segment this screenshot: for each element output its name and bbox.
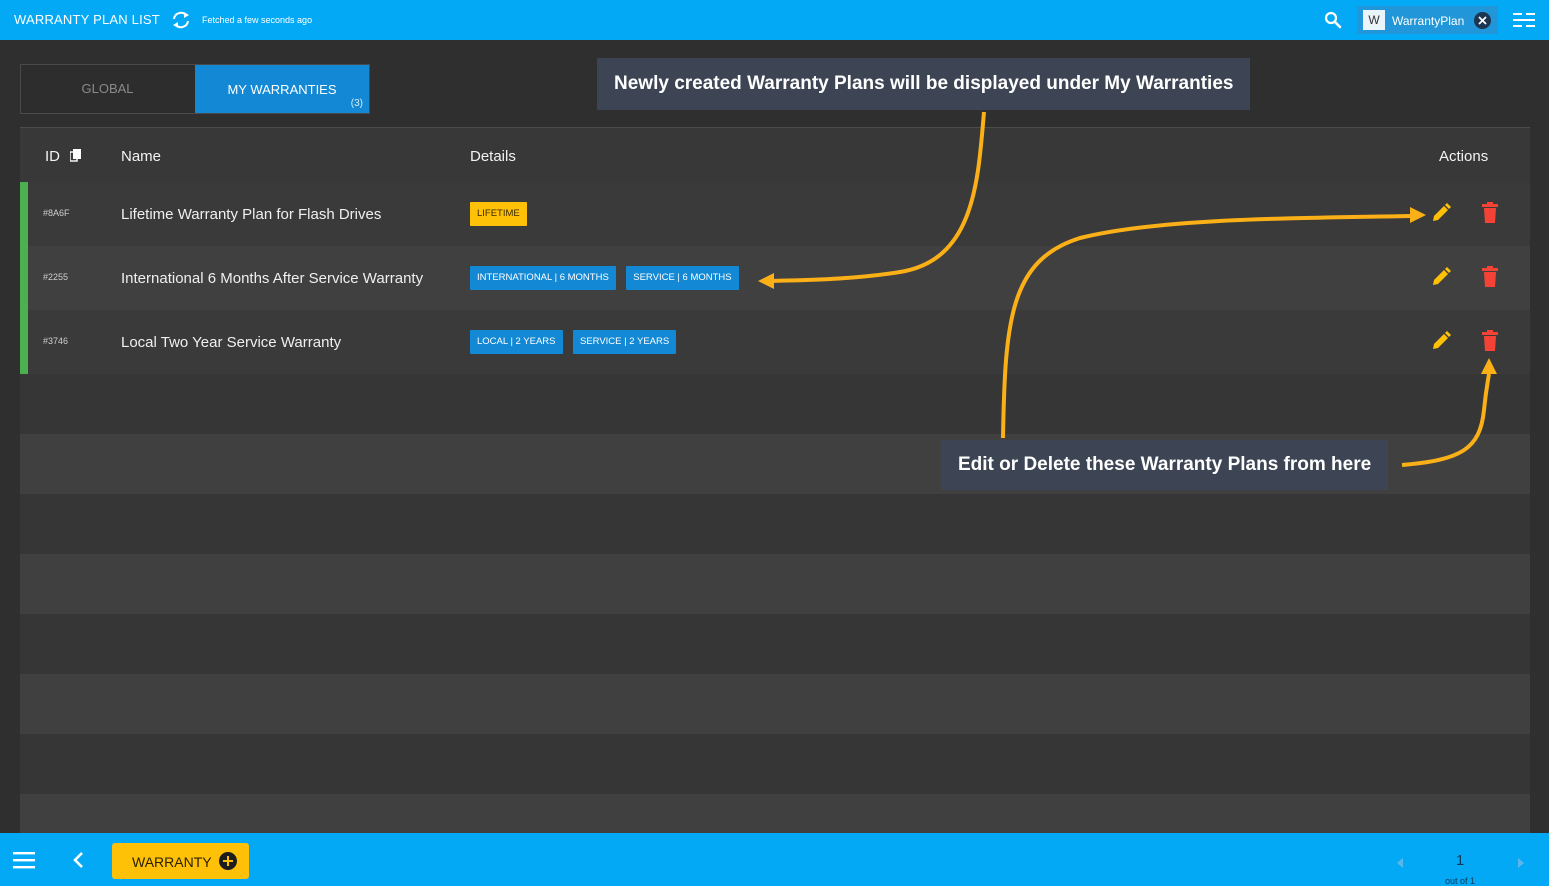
add-warranty-button[interactable]: WARRANTY [112, 843, 249, 879]
top-app-bar: WARRANTY PLAN LIST Fetched a few seconds… [0, 0, 1549, 40]
delete-icon[interactable] [1481, 266, 1499, 287]
row-name[interactable]: International 6 Months After Service War… [121, 270, 423, 287]
table-header: ID Name Details Actions [20, 127, 1530, 183]
table-row[interactable]: #8A6F Lifetime Warranty Plan for Flash D… [20, 182, 1530, 246]
fetched-status: Fetched a few seconds ago [202, 15, 313, 25]
page-title: WARRANTY PLAN LIST [14, 12, 160, 27]
copy-icon[interactable] [69, 149, 81, 162]
tab-my-warranties-count: (3) [350, 98, 363, 109]
plus-circle-icon [219, 852, 237, 870]
tag-badge: SERVICE | 6 MONTHS [626, 266, 739, 290]
table-row[interactable]: #3746 Local Two Year Service Warranty LO… [20, 310, 1530, 374]
row-id: #2255 [43, 272, 69, 282]
page-number: 1 [1455, 852, 1465, 869]
tab-my-warranties[interactable]: MY WARRANTIES (3) [195, 65, 369, 113]
row-name[interactable]: Local Two Year Service Warranty [121, 334, 341, 351]
tag-badge: LIFETIME [470, 202, 527, 226]
filter-chip[interactable]: W WarrantyPlan [1357, 6, 1498, 34]
column-header-actions: Actions [1439, 148, 1489, 165]
warranty-tabs: GLOBAL MY WARRANTIES (3) [20, 64, 370, 114]
column-header-id[interactable]: ID [45, 148, 60, 165]
tag-badge: SERVICE | 2 YEARS [572, 330, 677, 354]
callout-my-warranties: Newly created Warranty Plans will be dis… [597, 58, 1251, 110]
view-options-icon[interactable] [1513, 11, 1535, 29]
next-page-icon[interactable] [1517, 855, 1525, 868]
add-warranty-label: WARRANTY [132, 854, 212, 870]
hamburger-menu-icon[interactable] [13, 852, 35, 869]
column-header-name[interactable]: Name [121, 148, 161, 165]
tab-my-warranties-label: MY WARRANTIES [227, 82, 337, 97]
page-total: out of 1 [1444, 876, 1476, 886]
row-id: #8A6F [43, 208, 70, 218]
row-status-bar [20, 246, 28, 310]
table-row[interactable]: #2255 International 6 Months After Servi… [20, 246, 1530, 310]
search-icon[interactable] [1324, 11, 1342, 29]
bottom-bar: WARRANTY 1 out of 1 [0, 833, 1549, 886]
previous-page-icon[interactable] [1396, 855, 1404, 868]
row-tags: LOCAL | 2 YEARS SERVICE | 2 YEARS [470, 330, 682, 354]
column-header-details: Details [470, 148, 516, 165]
delete-icon[interactable] [1481, 202, 1499, 223]
row-tags: INTERNATIONAL | 6 MONTHS SERVICE | 6 MON… [470, 266, 745, 290]
row-name[interactable]: Lifetime Warranty Plan for Flash Drives [121, 206, 381, 223]
delete-icon[interactable] [1481, 330, 1499, 351]
tag-badge: INTERNATIONAL | 6 MONTHS [470, 266, 616, 290]
chevron-left-icon[interactable] [72, 851, 86, 869]
row-id: #3746 [43, 336, 69, 346]
close-icon[interactable] [1474, 12, 1491, 29]
row-status-bar [20, 182, 28, 246]
chip-avatar: W [1363, 10, 1385, 30]
refresh-icon[interactable] [170, 10, 192, 30]
tab-global[interactable]: GLOBAL [21, 65, 194, 113]
row-status-bar [20, 310, 28, 374]
edit-icon[interactable] [1431, 267, 1451, 287]
chip-label: WarrantyPlan [1392, 14, 1465, 28]
row-tags: LIFETIME [470, 202, 533, 226]
tag-badge: LOCAL | 2 YEARS [470, 330, 563, 354]
edit-icon[interactable] [1431, 203, 1451, 223]
edit-icon[interactable] [1431, 331, 1451, 351]
callout-edit-delete: Edit or Delete these Warranty Plans from… [941, 440, 1389, 490]
